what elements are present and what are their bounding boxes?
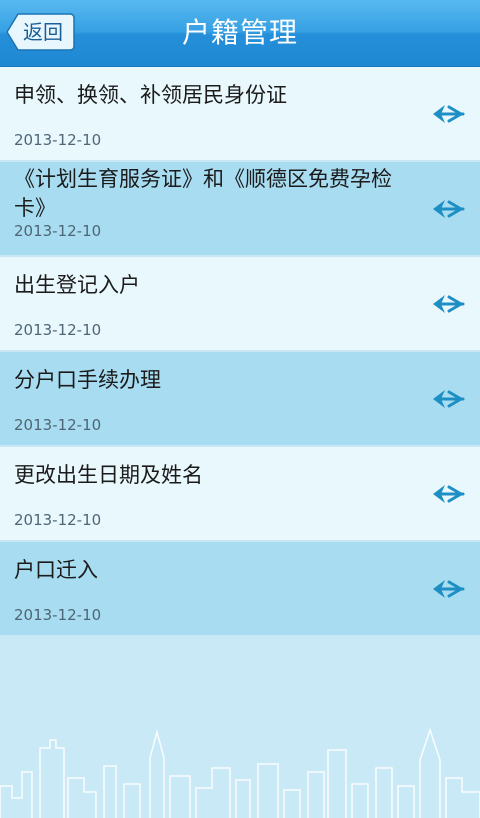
- chevron-arrow-icon: [433, 200, 465, 218]
- item-title: 出生登记入户: [14, 273, 140, 297]
- item-list: 申领、换领、补领居民身份证 2013-12-10 《计划生育服务证》和《顺德区免…: [0, 67, 480, 637]
- app-header: 返回 户籍管理: [0, 0, 480, 67]
- item-title: 申领、换领、补领居民身份证: [14, 83, 287, 107]
- chevron-arrow-icon: [433, 390, 465, 408]
- item-title: 分户口手续办理: [14, 368, 161, 392]
- list-item[interactable]: 申领、换领、补领居民身份证 2013-12-10: [0, 67, 480, 162]
- list-item[interactable]: 户口迁入 2013-12-10: [0, 542, 480, 637]
- chevron-arrow-icon: [433, 580, 465, 598]
- item-title: 户口迁入: [14, 558, 98, 582]
- page-title: 户籍管理: [181, 16, 298, 49]
- item-date: 2013-12-10: [14, 321, 102, 339]
- list-item[interactable]: 出生登记入户 2013-12-10: [0, 257, 480, 352]
- list-item[interactable]: 分户口手续办理 2013-12-10: [0, 352, 480, 447]
- item-title: 更改出生日期及姓名: [14, 463, 203, 487]
- item-date: 2013-12-10: [14, 222, 102, 240]
- item-date: 2013-12-10: [14, 131, 102, 149]
- item-date: 2013-12-10: [14, 606, 102, 624]
- chevron-arrow-icon: [433, 105, 465, 123]
- item-date: 2013-12-10: [14, 416, 102, 434]
- list-item[interactable]: 更改出生日期及姓名 2013-12-10: [0, 447, 480, 542]
- list-item[interactable]: 《计划生育服务证》和《顺德区免费孕检卡》 2013-12-10: [0, 162, 480, 257]
- chevron-arrow-icon: [433, 485, 465, 503]
- item-date: 2013-12-10: [14, 511, 102, 529]
- item-title: 《计划生育服务证》和《顺德区免费孕检卡》: [14, 167, 392, 220]
- chevron-arrow-icon: [433, 295, 465, 313]
- city-skyline-decoration: [0, 728, 480, 818]
